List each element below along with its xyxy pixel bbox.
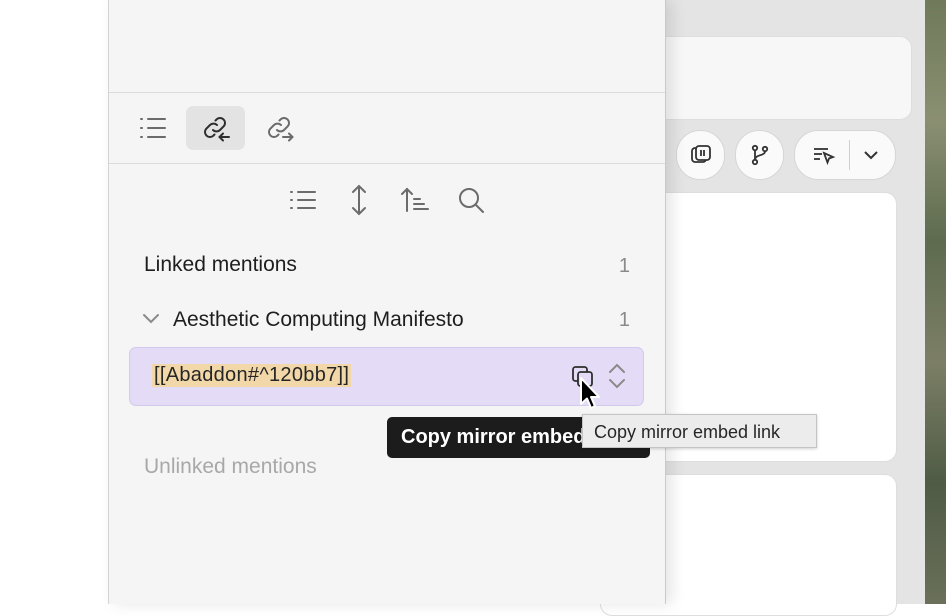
link-incoming-icon	[203, 117, 230, 142]
list-icon	[139, 118, 166, 138]
panel-tab-bar	[109, 92, 665, 164]
chevron-down-icon	[863, 151, 878, 160]
backlinks-panel: Linked mentions 1 Aesthetic Computing Ma…	[108, 0, 666, 604]
collapse-results-button[interactable]	[286, 183, 320, 217]
sort-button[interactable]	[398, 183, 432, 217]
backlink-mention-row[interactable]: [[Abaddon#^120bb7]]	[129, 347, 644, 406]
expand-vertical-icon	[352, 184, 366, 216]
filter-cursor-icon	[813, 148, 835, 166]
tab-outgoing-links[interactable]	[250, 106, 309, 150]
tab-backlinks[interactable]	[186, 106, 245, 150]
search-icon	[459, 188, 484, 213]
show-more-context-button[interactable]	[342, 183, 376, 217]
chevron-down-icon[interactable]	[142, 312, 160, 326]
layout-icon	[690, 145, 711, 163]
layout-button[interactable]	[676, 130, 725, 180]
backlink-group-header[interactable]: Aesthetic Computing Manifesto 1	[109, 300, 665, 340]
link-outgoing-icon	[267, 117, 294, 142]
unlinked-mentions-heading[interactable]: Unlinked mentions	[144, 455, 317, 479]
git-branch-button[interactable]	[735, 130, 784, 180]
git-branch-icon	[751, 144, 768, 166]
tab-outline[interactable]	[123, 106, 182, 150]
linked-mentions-heading: Linked mentions	[144, 253, 297, 276]
toolbar-divider	[848, 140, 850, 170]
list-icon	[290, 191, 316, 209]
mouse-pointer-icon	[580, 377, 600, 409]
up-down-chevron-icon[interactable]	[607, 362, 627, 390]
search-button[interactable]	[454, 183, 488, 217]
backlink-group-title[interactable]: Aesthetic Computing Manifesto	[173, 308, 464, 332]
native-tooltip: Copy mirror embed link	[582, 414, 817, 448]
linked-mentions-count: 1	[618, 255, 630, 277]
backlink-group-count: 1	[618, 309, 630, 331]
mention-link-text[interactable]: [[Abaddon#^120bb7]]	[152, 364, 352, 387]
desktop-wallpaper-strip	[925, 0, 946, 604]
sort-icon	[401, 187, 429, 212]
filter-dropdown-button[interactable]	[794, 130, 896, 180]
